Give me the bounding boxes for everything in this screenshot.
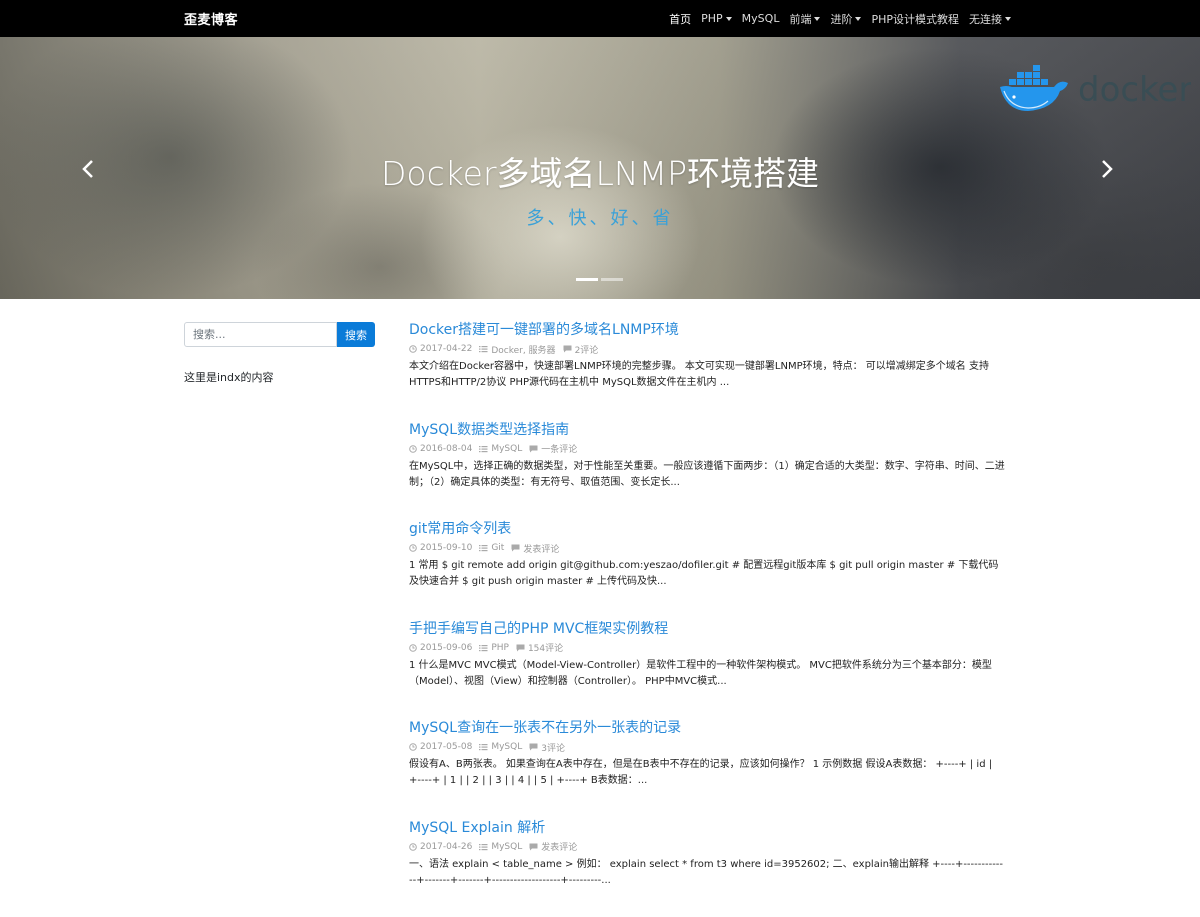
post-category[interactable]: MySQL (491, 444, 522, 454)
list-icon (479, 544, 488, 552)
post-meta: 2016-08-04 MySQL 一条评论 (409, 443, 1005, 455)
search-input[interactable] (184, 322, 337, 347)
nav-item-label: MySQL (742, 12, 780, 25)
caret-down-icon (1005, 17, 1011, 21)
list-icon (479, 843, 488, 851)
comment-icon (563, 345, 572, 353)
post-title-link[interactable]: MySQL Explain 解析 (409, 818, 1005, 838)
post-meta: 2015-09-10 Git 发表评论 (409, 542, 1005, 554)
list-icon (479, 743, 488, 751)
post-date: 2017-04-26 (420, 842, 472, 852)
list-icon (479, 445, 488, 453)
post-meta: 2017-04-26 MySQL 发表评论 (409, 841, 1005, 853)
post-category[interactable]: MySQL (491, 742, 522, 752)
nav-item-label: 无连接 (969, 11, 1002, 27)
post-date: 2016-08-04 (420, 444, 472, 454)
search-button[interactable]: 搜索 (337, 322, 375, 347)
post-title-link[interactable]: MySQL查询在一张表不在另外一张表的记录 (409, 718, 1005, 738)
post-excerpt: 1 常用 $ git remote add origin git@github.… (409, 558, 1005, 590)
post-date: 2015-09-10 (420, 543, 472, 553)
comment-icon (516, 644, 525, 652)
svg-text:docker: docker (1078, 70, 1191, 110)
post-date: 2015-09-06 (420, 643, 472, 653)
post-comments[interactable]: 154评论 (528, 641, 563, 654)
post-item: Docker搭建可一键部署的多域名LNMP环境 2017-04-22 Docke… (409, 320, 1005, 420)
hero-carousel: docker Docker多域名LNMP环境搭建 多、快、好、省 (0, 37, 1200, 299)
post-category[interactable]: Docker, 服务器 (491, 343, 555, 356)
post-category[interactable]: MySQL (491, 842, 522, 852)
caret-down-icon (726, 17, 732, 21)
carousel-indicators (576, 278, 626, 281)
clock-icon (409, 743, 417, 751)
carousel-indicator[interactable] (576, 278, 598, 281)
post-comments[interactable]: 发表评论 (523, 542, 559, 555)
sidebar-text: 这里是indx的内容 (184, 369, 274, 385)
post-title-link[interactable]: git常用命令列表 (409, 519, 1005, 539)
site-brand[interactable]: 歪麦博客 (184, 9, 238, 28)
post-item: MySQL Explain 解析 2017-04-26 MySQL 发表评论 一… (409, 818, 1005, 917)
post-comments[interactable]: 2评论 (575, 343, 599, 356)
docker-logo: docker (996, 57, 1191, 119)
slide-subtitle: 多、快、好、省 (0, 204, 1200, 230)
nav-menu: 首页 PHP MySQL 前端 进阶 PHP设计模式教程 无连接 (659, 0, 1011, 37)
post-meta: 2017-04-22 Docker, 服务器 2评论 (409, 343, 1005, 355)
nav-item-label: PHP设计模式教程 (871, 11, 959, 27)
nav-item-frontend[interactable]: 前端 (789, 11, 820, 27)
caret-down-icon (814, 17, 820, 21)
comment-icon (529, 843, 538, 851)
post-list: Docker搭建可一键部署的多域名LNMP环境 2017-04-22 Docke… (409, 320, 1005, 917)
post-excerpt: 在MySQL中，选择正确的数据类型，对于性能至关重要。一般应该遵循下面两步：（1… (409, 459, 1005, 491)
post-title-link[interactable]: Docker搭建可一键部署的多域名LNMP环境 (409, 320, 1005, 340)
nav-item-php-design-patterns[interactable]: PHP设计模式教程 (871, 11, 959, 27)
post-title-link[interactable]: MySQL数据类型选择指南 (409, 420, 1005, 440)
list-icon (479, 644, 488, 652)
post-item: MySQL查询在一张表不在另外一张表的记录 2017-05-08 MySQL 3… (409, 718, 1005, 818)
nav-item-label: 进阶 (830, 11, 852, 27)
clock-icon (409, 644, 417, 652)
post-excerpt: 假设有A、B两张表。 如果查询在A表中存在，但是在B表中不存在的记录，应该如何操… (409, 757, 1005, 789)
post-meta: 2017-05-08 MySQL 3评论 (409, 741, 1005, 753)
post-comments[interactable]: 发表评论 (541, 840, 577, 853)
comment-icon (529, 445, 538, 453)
clock-icon (409, 544, 417, 552)
nav-item-label: 前端 (789, 11, 811, 27)
search-form: 搜索 (184, 322, 375, 347)
post-category[interactable]: Git (491, 543, 504, 553)
post-item: 手把手编写自己的PHP MVC框架实例教程 2015-09-06 PHP 154… (409, 619, 1005, 719)
comment-icon (511, 544, 520, 552)
nav-item-advanced[interactable]: 进阶 (830, 11, 861, 27)
post-date: 2017-04-22 (420, 344, 472, 354)
post-title-link[interactable]: 手把手编写自己的PHP MVC框架实例教程 (409, 619, 1005, 639)
post-category[interactable]: PHP (491, 643, 509, 653)
post-excerpt: 1 什么是MVC MVC模式（Model-View-Controller）是软件… (409, 658, 1005, 690)
post-meta: 2015-09-06 PHP 154评论 (409, 642, 1005, 654)
nav-item-php[interactable]: PHP (701, 12, 732, 25)
clock-icon (409, 445, 417, 453)
post-item: git常用命令列表 2015-09-10 Git 发表评论 1 常用 $ git… (409, 519, 1005, 619)
post-comments[interactable]: 3评论 (541, 741, 565, 754)
list-icon (479, 345, 488, 353)
post-excerpt: 本文介绍在Docker容器中，快速部署LNMP环境的完整步骤。 本文可实现一键部… (409, 359, 1005, 391)
top-navbar: 歪麦博客 首页 PHP MySQL 前端 进阶 PHP设计模式教程 无连接 (0, 0, 1200, 37)
slide-title: Docker多域名LNMP环境搭建 (0, 147, 1200, 195)
carousel-indicator[interactable] (601, 278, 623, 281)
clock-icon (409, 843, 417, 851)
clock-icon (409, 345, 417, 353)
post-item: MySQL数据类型选择指南 2016-08-04 MySQL 一条评论 在MyS… (409, 420, 1005, 520)
nav-item-label: 首页 (669, 11, 691, 27)
post-date: 2017-05-08 (420, 742, 472, 752)
post-comments[interactable]: 一条评论 (541, 442, 577, 455)
comment-icon (529, 743, 538, 751)
nav-item-label: PHP (701, 12, 723, 25)
nav-item-home[interactable]: 首页 (669, 11, 691, 27)
nav-item-mysql[interactable]: MySQL (742, 12, 780, 25)
post-excerpt: 一、语法 explain < table_name > 例如： explain … (409, 857, 1005, 889)
nav-item-links[interactable]: 无连接 (969, 11, 1011, 27)
caret-down-icon (855, 17, 861, 21)
